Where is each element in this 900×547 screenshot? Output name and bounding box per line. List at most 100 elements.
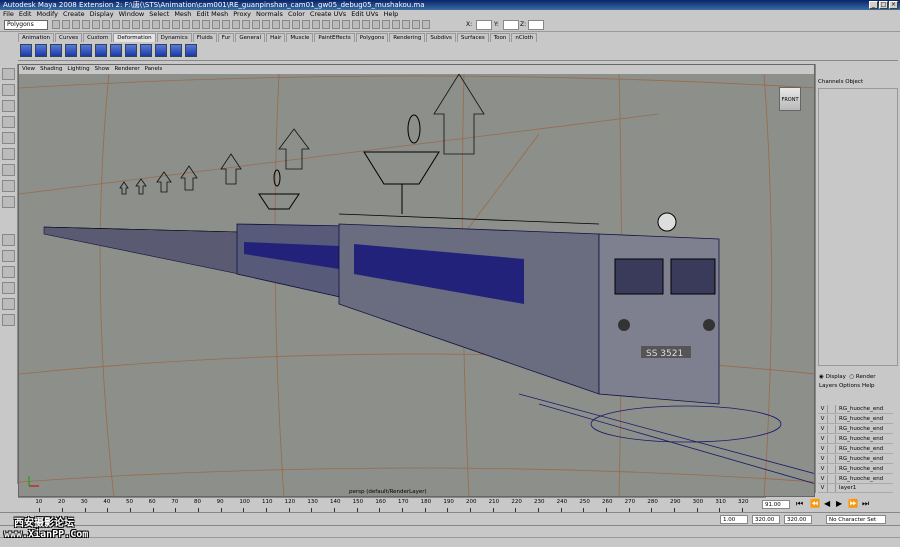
- status-tool-icon[interactable]: [112, 20, 120, 29]
- menu-select[interactable]: Select: [149, 10, 169, 19]
- layer-visibility[interactable]: V: [818, 475, 828, 483]
- menu-normals[interactable]: Normals: [256, 10, 283, 19]
- status-tool-icon[interactable]: [202, 20, 210, 29]
- status-tool-icon[interactable]: [182, 20, 190, 29]
- status-tool-icon[interactable]: [82, 20, 90, 29]
- layer-row[interactable]: V RG_huoche_end: [818, 465, 893, 474]
- coord-y-field[interactable]: [503, 20, 519, 30]
- status-tool-icon[interactable]: [262, 20, 270, 29]
- layer-menu-layers[interactable]: Layers: [819, 383, 837, 389]
- status-tool-icon[interactable]: [52, 20, 60, 29]
- tab-muscle[interactable]: Muscle: [286, 33, 314, 42]
- layout-outliner-icon[interactable]: [2, 282, 15, 294]
- menu-help[interactable]: Help: [383, 10, 398, 19]
- menu-file[interactable]: File: [3, 10, 14, 19]
- tab-curves[interactable]: Curves: [55, 33, 83, 42]
- layer-visibility[interactable]: V: [818, 455, 828, 463]
- status-tool-icon[interactable]: [392, 20, 400, 29]
- status-tool-icon[interactable]: [292, 20, 300, 29]
- panel-menu-show[interactable]: Show: [95, 65, 110, 74]
- layer-swatch[interactable]: [828, 475, 836, 483]
- status-tool-icon[interactable]: [312, 20, 320, 29]
- layer-swatch[interactable]: [828, 415, 836, 423]
- shelf-tool-icon[interactable]: [110, 44, 122, 57]
- layer-menu-options[interactable]: Options: [839, 383, 860, 389]
- viewcube[interactable]: FRONT: [779, 87, 801, 111]
- layer-row[interactable]: V RG_huoche_end: [818, 425, 893, 434]
- layer-row[interactable]: V RG_huoche_end: [818, 445, 893, 454]
- layer-swatch[interactable]: [828, 455, 836, 463]
- status-tool-icon[interactable]: [222, 20, 230, 29]
- panel-menu-view[interactable]: View: [22, 65, 35, 74]
- status-tool-icon[interactable]: [132, 20, 140, 29]
- play-back-icon[interactable]: ◀: [824, 499, 830, 508]
- shelf-tool-icon[interactable]: [170, 44, 182, 57]
- move-tool-icon[interactable]: [2, 116, 15, 128]
- go-to-start-icon[interactable]: ⏮: [796, 499, 803, 509]
- close-button[interactable]: ×: [889, 1, 898, 9]
- layer-row[interactable]: V RG_huoche_end: [818, 435, 893, 444]
- layer-swatch[interactable]: [828, 484, 836, 492]
- tab-ncloth[interactable]: nCloth: [511, 33, 538, 42]
- character-set-dropdown[interactable]: No Character Set: [826, 515, 886, 524]
- layer-visibility[interactable]: V: [818, 445, 828, 453]
- status-tool-icon[interactable]: [142, 20, 150, 29]
- paint-select-icon[interactable]: [2, 100, 15, 112]
- tab-custom[interactable]: Custom: [83, 33, 113, 42]
- last-tool-icon[interactable]: [2, 196, 15, 208]
- maximize-button[interactable]: □: [879, 1, 888, 9]
- tab-fluids[interactable]: Fluids: [192, 33, 217, 42]
- layer-visibility[interactable]: V: [818, 405, 828, 413]
- go-to-end-icon[interactable]: ⏭: [862, 499, 869, 509]
- menu-edit-mesh[interactable]: Edit Mesh: [196, 10, 228, 19]
- tab-painteffects[interactable]: PaintEffects: [314, 33, 355, 42]
- menu-window[interactable]: Window: [119, 10, 145, 19]
- status-tool-icon[interactable]: [382, 20, 390, 29]
- tab-animation[interactable]: Animation: [18, 33, 55, 42]
- status-tool-icon[interactable]: [372, 20, 380, 29]
- panel-menu-panels[interactable]: Panels: [145, 65, 163, 74]
- scale-tool-icon[interactable]: [2, 148, 15, 160]
- layer-visibility[interactable]: V: [818, 465, 828, 473]
- shelf-tool-icon[interactable]: [155, 44, 167, 57]
- tab-surfaces[interactable]: Surfaces: [456, 33, 489, 42]
- status-tool-icon[interactable]: [72, 20, 80, 29]
- shelf-tool-icon[interactable]: [140, 44, 152, 57]
- play-forward-icon[interactable]: ▶: [836, 499, 842, 508]
- step-forward-icon[interactable]: ⏩: [848, 499, 858, 508]
- status-tool-icon[interactable]: [92, 20, 100, 29]
- layer-row[interactable]: Vlayer1: [818, 484, 893, 493]
- status-tool-icon[interactable]: [252, 20, 260, 29]
- menu-display[interactable]: Display: [90, 10, 114, 19]
- status-tool-icon[interactable]: [362, 20, 370, 29]
- shelf-tool-icon[interactable]: [80, 44, 92, 57]
- layer-visibility[interactable]: V: [818, 425, 828, 433]
- current-frame-field[interactable]: 91.00: [762, 500, 790, 509]
- layout-hypershade-icon[interactable]: [2, 314, 15, 326]
- tab-fur[interactable]: Fur: [217, 33, 235, 42]
- layout-four-icon[interactable]: [2, 250, 15, 262]
- status-tool-icon[interactable]: [172, 20, 180, 29]
- display-radio[interactable]: ◉ Display: [819, 374, 846, 380]
- layer-menu-help[interactable]: Help: [862, 383, 875, 389]
- tab-deformation[interactable]: Deformation: [113, 33, 156, 42]
- viewport-persp[interactable]: View Shading Lighting Show Renderer Pane…: [18, 64, 815, 497]
- menu-proxy[interactable]: Proxy: [233, 10, 251, 19]
- layer-row[interactable]: V RG_huoche_end: [818, 415, 893, 424]
- status-tool-icon[interactable]: [322, 20, 330, 29]
- tab-dynamics[interactable]: Dynamics: [156, 33, 192, 42]
- menu-create[interactable]: Create: [63, 10, 85, 19]
- tab-hair[interactable]: Hair: [266, 33, 286, 42]
- layout-side-icon[interactable]: [2, 266, 15, 278]
- status-tool-icon[interactable]: [122, 20, 130, 29]
- status-tool-icon[interactable]: [332, 20, 340, 29]
- manipulator-icon[interactable]: [2, 164, 15, 176]
- tab-polygons[interactable]: Polygons: [355, 33, 389, 42]
- status-tool-icon[interactable]: [162, 20, 170, 29]
- soft-mod-icon[interactable]: [2, 180, 15, 192]
- shelf-tool-icon[interactable]: [95, 44, 107, 57]
- menu-set-dropdown[interactable]: Polygons: [4, 20, 48, 30]
- menu-color[interactable]: Color: [288, 10, 305, 19]
- layer-visibility[interactable]: V: [818, 484, 828, 492]
- shelf-tool-icon[interactable]: [125, 44, 137, 57]
